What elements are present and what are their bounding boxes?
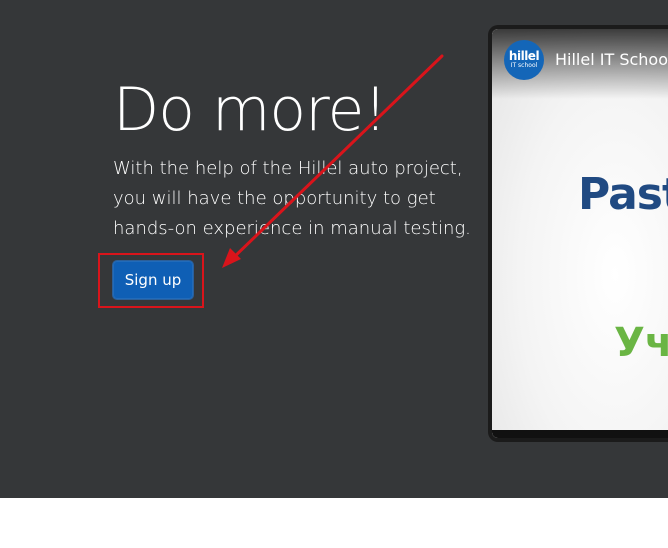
channel-logo-subtext: IT school	[510, 62, 538, 69]
hero-description-line: hands-on experience in manual testing.	[113, 218, 471, 239]
channel-logo-text: hillel	[508, 49, 540, 63]
video-frame-text: Past	[578, 169, 668, 220]
signup-button[interactable]: Sign up	[112, 260, 194, 300]
video-player[interactable]: hillel IT school Hillel IT School Past У…	[492, 29, 668, 438]
hero-description-line: With the help of the Hillel auto project…	[113, 158, 463, 179]
video-title[interactable]: Hillel IT School	[555, 48, 668, 72]
hero-description: With the help of the Hillel auto project…	[113, 154, 473, 244]
video-bottom-bar	[492, 430, 668, 438]
hero-section: Do more! With the help of the Hillel aut…	[0, 0, 668, 498]
hero-description-line: you will have the opportunity to get	[113, 188, 436, 209]
hero-title: Do more!	[113, 75, 387, 145]
video-frame-text: Уч	[614, 320, 668, 366]
hillel-logo-icon[interactable]: hillel IT school	[504, 40, 544, 80]
